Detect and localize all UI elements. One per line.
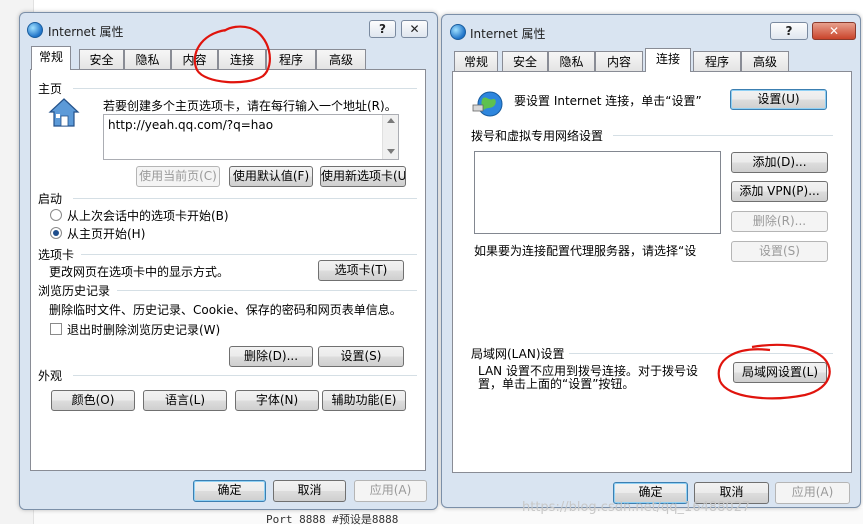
textarea-scrollbar[interactable] bbox=[382, 115, 398, 159]
homepage-url-value: http://yeah.qq.com/?q=hao bbox=[108, 118, 274, 132]
scroll-up-arrow-icon[interactable] bbox=[387, 118, 395, 123]
group-divider bbox=[613, 135, 833, 136]
appearance-group-label: 外观 bbox=[38, 369, 63, 383]
use-current-button[interactable]: 使用当前页(C) bbox=[136, 166, 220, 187]
tab-advanced[interactable]: 高级 bbox=[316, 49, 366, 70]
history-description: 删除临时文件、历史记录、Cookie、保存的密码和网页表单信息。 bbox=[49, 303, 402, 317]
network-globe-icon bbox=[471, 89, 505, 119]
apply-button[interactable]: 应用(A) bbox=[775, 482, 850, 504]
add-connection-button[interactable]: 添加(D)... bbox=[731, 152, 828, 173]
tab-panel-general: 主页 若要创建多个主页选项卡，请在每行输入一个地址(R)。 http://yea… bbox=[30, 69, 426, 471]
group-divider bbox=[73, 375, 417, 376]
background-code-text: Port 8888 #预设是8888 bbox=[266, 513, 399, 526]
remove-connection-button[interactable]: 删除(R)... bbox=[731, 211, 828, 232]
dialup-settings-button[interactable]: 设置(S) bbox=[731, 241, 828, 262]
fonts-button[interactable]: 字体(N) bbox=[235, 390, 319, 411]
tab-panel-connections: 要设置 Internet 连接，单击“设置” 设置(U) 拨号和虚拟专用网络设置… bbox=[452, 71, 852, 473]
history-delete-button[interactable]: 删除(D)... bbox=[229, 346, 313, 367]
tab-privacy[interactable]: 隐私 bbox=[548, 51, 595, 72]
tab-content[interactable]: 内容 bbox=[595, 51, 643, 72]
startup-group-label: 启动 bbox=[38, 192, 63, 206]
tabs-settings-button[interactable]: 选项卡(T) bbox=[318, 260, 404, 281]
tab-general[interactable]: 常规 bbox=[31, 46, 71, 70]
close-button[interactable]: ✕ bbox=[812, 22, 856, 40]
lan-settings-button[interactable]: 局域网设置(L) bbox=[733, 362, 827, 383]
tab-programs[interactable]: 程序 bbox=[266, 49, 316, 70]
startup-home-label[interactable]: 从主页开始(H) bbox=[67, 225, 145, 242]
tab-general[interactable]: 常规 bbox=[454, 51, 498, 72]
use-default-button[interactable]: 使用默认值(F) bbox=[229, 166, 313, 187]
add-vpn-button[interactable]: 添加 VPN(P)... bbox=[731, 181, 828, 202]
tabs-group-label: 选项卡 bbox=[38, 248, 75, 262]
startup-last-session-radio[interactable] bbox=[50, 209, 62, 221]
lan-description-line2: 置，单击上面的“设置”按钮。 bbox=[478, 377, 635, 391]
watermark: https://blog.csdn.net/qq_16488027 bbox=[522, 500, 751, 515]
group-divider bbox=[117, 290, 417, 291]
tab-privacy[interactable]: 隐私 bbox=[124, 49, 171, 70]
startup-last-session-label[interactable]: 从上次会话中的选项卡开始(B) bbox=[67, 207, 229, 224]
apply-button[interactable]: 应用(A) bbox=[354, 480, 427, 502]
startup-home-radio[interactable] bbox=[50, 227, 62, 239]
proxy-note: 如果要为连接配置代理服务器，请选择“设 bbox=[474, 244, 697, 258]
ok-button[interactable]: 确定 bbox=[193, 480, 266, 502]
tab-connections[interactable]: 连接 bbox=[645, 48, 691, 72]
window-title: Internet 属性 bbox=[470, 27, 546, 41]
colors-button[interactable]: 颜色(O) bbox=[51, 390, 135, 411]
ie-globe-icon bbox=[27, 22, 43, 38]
tab-content[interactable]: 内容 bbox=[171, 49, 218, 70]
group-divider bbox=[73, 198, 417, 199]
close-button[interactable]: ✕ bbox=[401, 20, 428, 38]
window-title: Internet 属性 bbox=[48, 25, 124, 39]
homepage-description: 若要创建多个主页选项卡，请在每行输入一个地址(R)。 bbox=[103, 99, 397, 113]
setup-description: 要设置 Internet 连接，单击“设置” bbox=[514, 94, 702, 108]
tab-advanced[interactable]: 高级 bbox=[741, 51, 789, 72]
tab-connections[interactable]: 连接 bbox=[218, 49, 266, 70]
delete-on-exit-checkbox[interactable] bbox=[50, 323, 62, 335]
accessibility-button[interactable]: 辅助功能(E) bbox=[322, 390, 406, 411]
lan-group-label: 局域网(LAN)设置 bbox=[471, 347, 565, 361]
dialup-group-label: 拨号和虚拟专用网络设置 bbox=[471, 129, 604, 143]
ie-globe-icon bbox=[450, 24, 466, 40]
right-internet-options-window: Internet 属性 ? ✕ 常规 安全 隐私 内容 连接 程序 高级 要设置… bbox=[441, 14, 861, 508]
house-icon bbox=[47, 96, 81, 130]
history-settings-button[interactable]: 设置(S) bbox=[318, 346, 404, 367]
cancel-button[interactable]: 取消 bbox=[273, 480, 346, 502]
setup-button[interactable]: 设置(U) bbox=[730, 89, 827, 110]
languages-button[interactable]: 语言(L) bbox=[143, 390, 227, 411]
delete-on-exit-label[interactable]: 退出时删除浏览历史记录(W) bbox=[67, 321, 220, 338]
homepage-group-label: 主页 bbox=[38, 82, 63, 96]
scroll-down-arrow-icon[interactable] bbox=[387, 149, 395, 154]
tabs-description: 更改网页在选项卡中的显示方式。 bbox=[49, 265, 230, 279]
history-group-label: 浏览历史记录 bbox=[38, 284, 111, 298]
tab-security[interactable]: 安全 bbox=[79, 49, 124, 70]
help-button[interactable]: ? bbox=[770, 22, 808, 40]
group-divider bbox=[569, 353, 833, 354]
left-internet-options-window: Internet 属性 ? ✕ 常规 安全 隐私 内容 连接 程序 高级 主页 … bbox=[19, 12, 438, 510]
homepage-url-textarea[interactable]: http://yeah.qq.com/?q=hao bbox=[103, 114, 399, 160]
group-divider bbox=[73, 88, 417, 89]
help-button[interactable]: ? bbox=[369, 20, 396, 38]
tab-programs[interactable]: 程序 bbox=[693, 51, 741, 72]
group-divider bbox=[81, 254, 417, 255]
tab-security[interactable]: 安全 bbox=[502, 51, 548, 72]
connections-listbox[interactable] bbox=[474, 151, 721, 234]
use-new-tab-button[interactable]: 使用新选项卡(U) bbox=[320, 166, 406, 187]
